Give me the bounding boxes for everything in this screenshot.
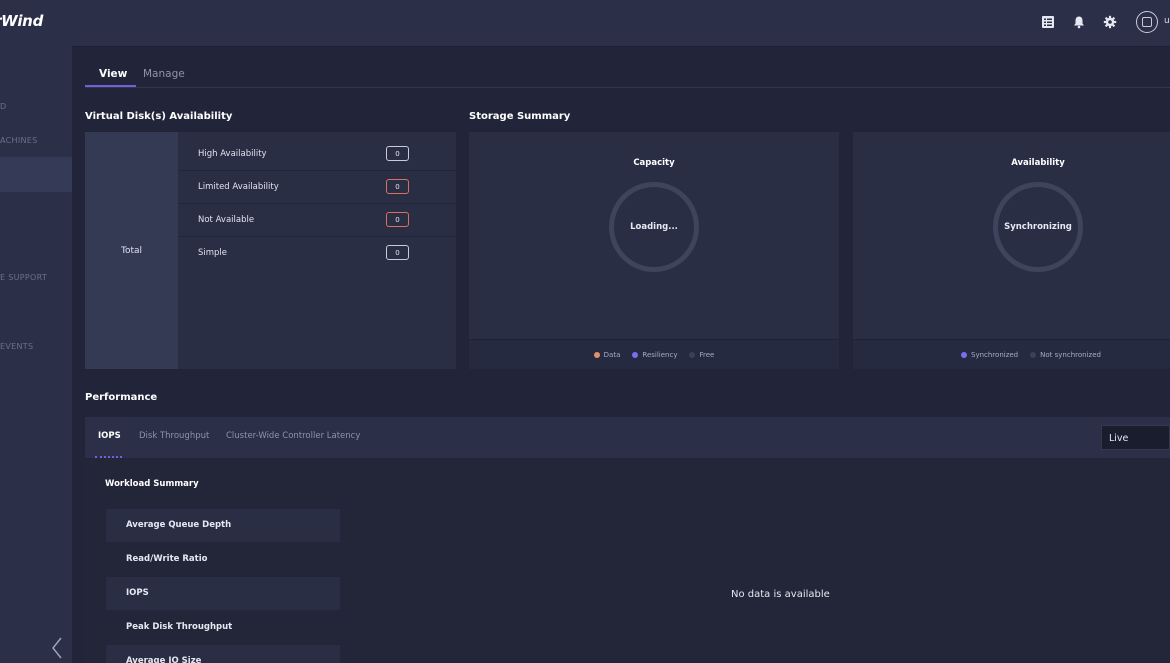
tab-iops[interactable]: IOPS xyxy=(98,431,121,441)
capacity-card: Capacity Loading... Data Resiliency Free xyxy=(469,132,839,369)
sidebar-item-events[interactable]: EVENTS xyxy=(0,342,72,354)
availability-row[interactable]: High Availability 0 xyxy=(178,138,456,171)
availability-count-badge: 0 xyxy=(386,146,409,161)
sidebar-item-label: D xyxy=(0,102,7,111)
availability-card: Availability Synchronizing Synchronized … xyxy=(853,132,1170,369)
legend-label: Data xyxy=(603,350,621,359)
user-icon xyxy=(1142,17,1152,27)
app-logo: rWind xyxy=(0,12,44,30)
tab-manage[interactable]: Manage xyxy=(143,68,185,80)
top-bar: u xyxy=(72,0,1170,47)
availability-label: Simple xyxy=(198,248,228,258)
availability-count-badge: 0 xyxy=(386,212,409,227)
workload-summary-title: Workload Summary xyxy=(105,479,199,489)
capacity-legend: Data Resiliency Free xyxy=(469,339,839,369)
capacity-title: Capacity xyxy=(633,158,675,168)
legend-resiliency: Resiliency xyxy=(632,351,677,359)
tab-active-indicator xyxy=(95,456,122,458)
legend-data: Data xyxy=(593,350,621,359)
availability-status: Synchronizing xyxy=(1004,222,1072,232)
tab-view[interactable]: View xyxy=(99,68,127,80)
sidebar-item-label: ACHINES xyxy=(0,136,38,145)
view-tabs: View Manage xyxy=(85,62,1170,88)
legend-not-synchronized: Not synchronized xyxy=(1030,351,1101,359)
virtual-disk-title: Virtual Disk(s) Availability xyxy=(85,111,233,122)
availability-count-badge: 0 xyxy=(386,245,409,260)
tab-active-indicator xyxy=(85,85,136,87)
availability-count-badge: 0 xyxy=(386,179,409,194)
performance-title: Performance xyxy=(85,392,158,403)
legend-dot xyxy=(1030,351,1037,358)
capacity-status: Loading... xyxy=(630,222,678,232)
storage-summary-title: Storage Summary xyxy=(469,111,571,122)
tab-disk-throughput[interactable]: Disk Throughput xyxy=(139,431,209,441)
availability-legend: Synchronized Not synchronized xyxy=(853,339,1170,369)
sidebar: rWind D ACHINES E SUPPORT EVENTS xyxy=(0,0,72,663)
availability-label: High Availability xyxy=(198,149,267,159)
total-label: Total xyxy=(85,132,178,369)
sidebar-item-label: EVENTS xyxy=(0,342,34,351)
tab-controller-latency[interactable]: Cluster-Wide Controller Latency xyxy=(226,431,360,441)
legend-synchronized: Synchronized xyxy=(961,351,1018,359)
sidebar-item-dashboard[interactable]: D xyxy=(0,102,72,114)
legend-free: Free xyxy=(689,351,714,359)
performance-tabs: IOPS Disk Throughput Cluster-Wide Contro… xyxy=(85,417,1170,458)
availability-donut: Synchronizing xyxy=(993,182,1083,272)
availability-label: Not Available xyxy=(198,215,255,225)
username[interactable]: u xyxy=(1164,16,1170,26)
time-range-select[interactable]: Live xyxy=(1101,425,1170,450)
sidebar-item-machines[interactable]: ACHINES xyxy=(0,136,72,148)
chevron-left-icon[interactable] xyxy=(50,636,64,660)
availability-label: Limited Availability xyxy=(198,182,279,192)
availability-title: Availability xyxy=(1011,158,1065,168)
sidebar-item-support[interactable]: E SUPPORT xyxy=(0,273,72,285)
legend-label: Not synchronized xyxy=(1040,350,1101,359)
sidebar-item-label: E SUPPORT xyxy=(0,273,48,282)
metric-row: Average Queue Depth xyxy=(106,509,340,542)
bell-icon[interactable] xyxy=(1071,14,1087,30)
virtual-disk-panel: Total High Availability 0 Limited Availa… xyxy=(85,132,456,369)
metric-row: IOPS xyxy=(106,577,340,610)
availability-row[interactable]: Limited Availability 0 xyxy=(178,171,456,204)
gear-icon[interactable] xyxy=(1102,14,1118,30)
legend-dot xyxy=(593,351,600,358)
legend-dot xyxy=(961,351,967,358)
metric-row: Average IO Size xyxy=(106,645,340,663)
table-icon[interactable] xyxy=(1040,14,1056,30)
metric-row: Read/Write Ratio xyxy=(126,554,208,564)
availability-row[interactable]: Simple 0 xyxy=(178,237,456,270)
legend-dot xyxy=(689,351,696,358)
capacity-donut: Loading... xyxy=(609,182,699,272)
no-data-message: No data is available xyxy=(731,589,830,600)
avatar[interactable] xyxy=(1136,11,1158,33)
legend-label: Resiliency xyxy=(642,350,678,359)
legend-label: Free xyxy=(699,350,715,359)
metric-row: Peak Disk Throughput xyxy=(126,622,233,632)
legend-dot xyxy=(632,351,639,358)
performance-panel: IOPS Disk Throughput Cluster-Wide Contro… xyxy=(85,417,1170,663)
sidebar-item-active[interactable] xyxy=(0,157,72,192)
availability-row[interactable]: Not Available 0 xyxy=(178,204,456,237)
legend-label: Synchronized xyxy=(971,350,1019,359)
